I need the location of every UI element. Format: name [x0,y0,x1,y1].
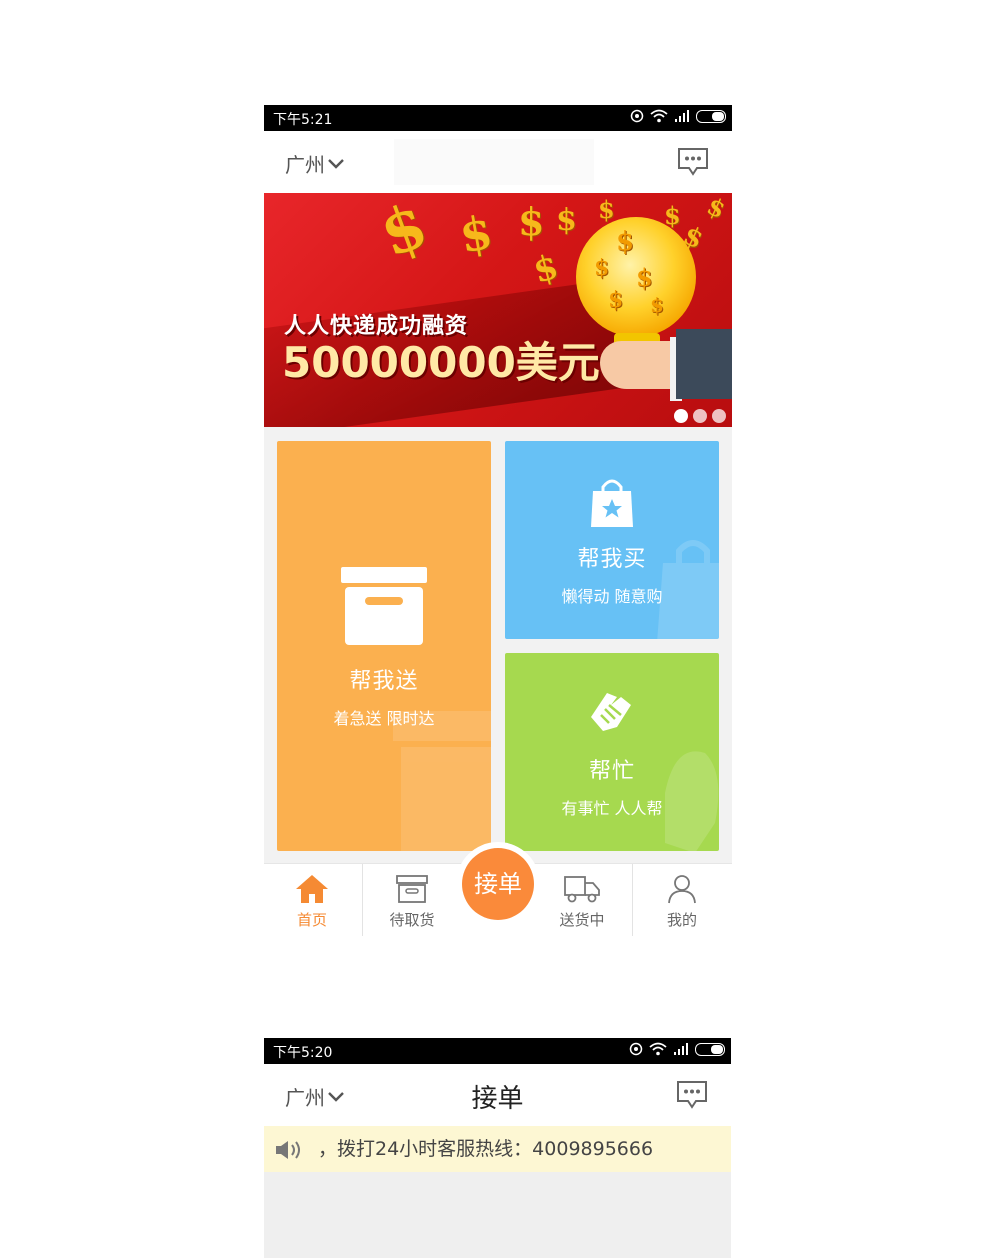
accept-order-button[interactable]: 接单 [462,848,534,920]
home-icon [296,875,328,903]
pagination-dot[interactable] [674,409,688,423]
dollar-icon: $ [556,203,577,238]
status-bar: 下午5:21 [264,105,732,131]
chat-bubble-icon [678,148,708,176]
speaker-icon [276,1141,300,1159]
status-time: 下午5:20 [273,1045,333,1061]
help-tile-title: 帮忙 [588,759,635,784]
send-tile-subtitle: 着急送 限时达 [333,709,435,728]
battery-icon [695,1042,725,1056]
truck-icon [564,876,600,903]
signal-icon [674,1043,688,1055]
help-tile[interactable]: 帮忙 有事忙 人人帮 [505,653,719,851]
hotline-text: ，拨打24小时客服热线：4009895666 [318,1138,654,1160]
chevron-down-icon [328,158,344,169]
tab-mine-label: 我的 [666,911,697,929]
pagination-dot[interactable] [712,409,726,423]
tab-mine[interactable]: 我的 [634,864,730,936]
send-for-me-tile[interactable]: 帮我送 着急送 限时达 [277,441,491,851]
tab-pickup[interactable]: 待取货 [364,864,460,936]
order-list-area [264,1172,731,1258]
hotspot-icon [630,109,644,123]
hotspot-icon [629,1042,643,1056]
dollar-icon: $ [598,195,615,224]
hotline-notice[interactable]: ，拨打24小时客服热线：4009895666 [264,1126,731,1172]
city-label: 广州 [285,153,325,177]
message-button[interactable] [675,1080,709,1114]
chat-bubble-icon [677,1081,707,1109]
status-bar: 下午5:20 [264,1038,731,1064]
city-selector[interactable]: 广州 [285,149,345,178]
tab-home-label: 首页 [296,911,327,929]
dollar-icon: $ [518,199,545,244]
send-tile-title: 帮我送 [349,669,419,694]
bottom-tab-bar: 首页 待取货 接单 送货中 我的 [264,848,732,936]
promo-banner[interactable]: $ $ $ $ $ $ $ $ $ $ $ $ $ $ 人人快递成功融资 500… [264,193,732,427]
status-time: 下午5:21 [273,112,333,128]
tab-delivering[interactable]: 送货中 [534,864,630,936]
tab-delivering-label: 送货中 [559,911,605,929]
buy-for-me-tile[interactable]: 帮我买 懒得动 随意购 [505,441,719,639]
home-screen: 下午5:21 广州 $ $ $ $ $ $ $ $ $ $ $ $ $ $ 人人… [264,105,732,936]
banner-pagination[interactable] [674,409,726,423]
page-title: 接单 [471,1084,524,1114]
buy-tile-title: 帮我买 [577,547,647,572]
buy-tile-subtitle: 懒得动 随意购 [561,587,663,606]
message-button[interactable] [676,147,710,181]
banner-amount: 50000000美元 [282,338,600,387]
wifi-icon [650,109,668,123]
tab-home[interactable]: 首页 [264,864,360,936]
top-navbar: 广州 接单 [264,1064,731,1126]
battery-icon [696,109,726,123]
dollar-icon: $ [370,193,437,272]
help-tile-subtitle: 有事忙 人人帮 [561,799,663,818]
user-icon [668,875,696,904]
tab-pickup-label: 待取货 [389,911,435,929]
dollar-icon: $ [529,246,563,292]
dollar-icon: $ [702,193,731,225]
pagination-dot[interactable] [693,409,707,423]
top-navbar: 广州 [264,131,732,193]
shopping-bag-icon [591,479,633,527]
box-icon [341,567,427,645]
handshake-icon [591,693,631,731]
pickup-box-icon [396,875,428,903]
accept-order-screen: 下午5:20 广州 接单 ，拨打24小时客服热线：4009895666 [264,1038,731,1258]
dollar-icon: $ [455,204,497,264]
wifi-icon [649,1042,667,1056]
signal-icon [675,110,689,122]
